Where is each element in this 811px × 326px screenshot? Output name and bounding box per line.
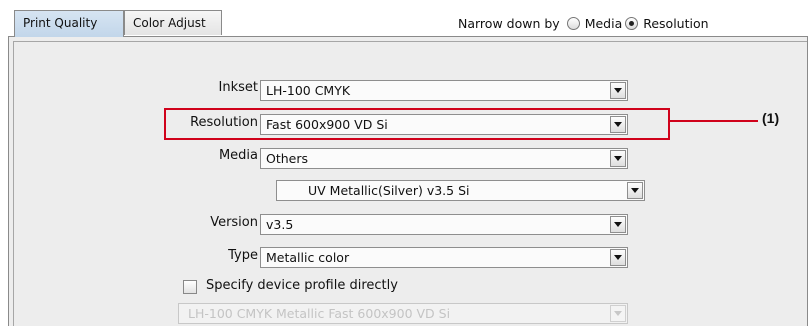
callout-line [670,120,758,122]
version-label: Version [210,215,258,230]
inkset-label: Inkset [218,80,258,95]
callout-label: (1) [762,110,780,126]
inkset-value: LH-100 CMYK [266,83,351,98]
resolution-highlight-box [164,108,670,140]
media-value: Others [266,151,309,166]
type-select[interactable]: Metallic color [260,247,628,268]
chevron-down-icon[interactable] [610,216,626,233]
chevron-down-icon [610,305,626,322]
media-type-value: UV Metallic(Silver) v3.5 Si [308,183,470,198]
narrow-down-label: Narrow down by [458,16,560,31]
resolution-radio-label[interactable]: Resolution [643,16,708,31]
device-profile-select: LH-100 CMYK Metallic Fast 600x900 VD Si [178,303,628,324]
media-label: Media [218,148,258,163]
version-value: v3.5 [266,217,294,232]
version-select[interactable]: v3.5 [260,214,628,235]
tab-color-adjust[interactable]: Color Adjust [124,10,222,35]
chevron-down-icon[interactable] [627,182,643,199]
device-profile-value: LH-100 CMYK Metallic Fast 600x900 VD Si [188,306,451,321]
inkset-select[interactable]: LH-100 CMYK [260,80,628,101]
media-radio[interactable] [566,17,580,30]
media-radio-label[interactable]: Media [585,16,623,31]
specify-profile-label[interactable]: Specify device profile directly [206,278,398,293]
media-type-select[interactable]: UV Metallic(Silver) v3.5 Si [276,180,645,201]
tab-print-quality[interactable]: Print Quality [14,10,124,37]
chevron-down-icon[interactable] [610,249,626,266]
chevron-down-icon[interactable] [610,82,626,99]
narrow-down-group: Narrow down by Media Resolution [458,16,709,31]
chevron-down-icon[interactable] [610,150,626,167]
type-label: Type [228,248,258,263]
specify-profile-checkbox[interactable] [183,280,197,294]
media-select[interactable]: Others [260,148,628,169]
resolution-radio[interactable] [625,17,639,30]
type-value: Metallic color [266,250,350,265]
